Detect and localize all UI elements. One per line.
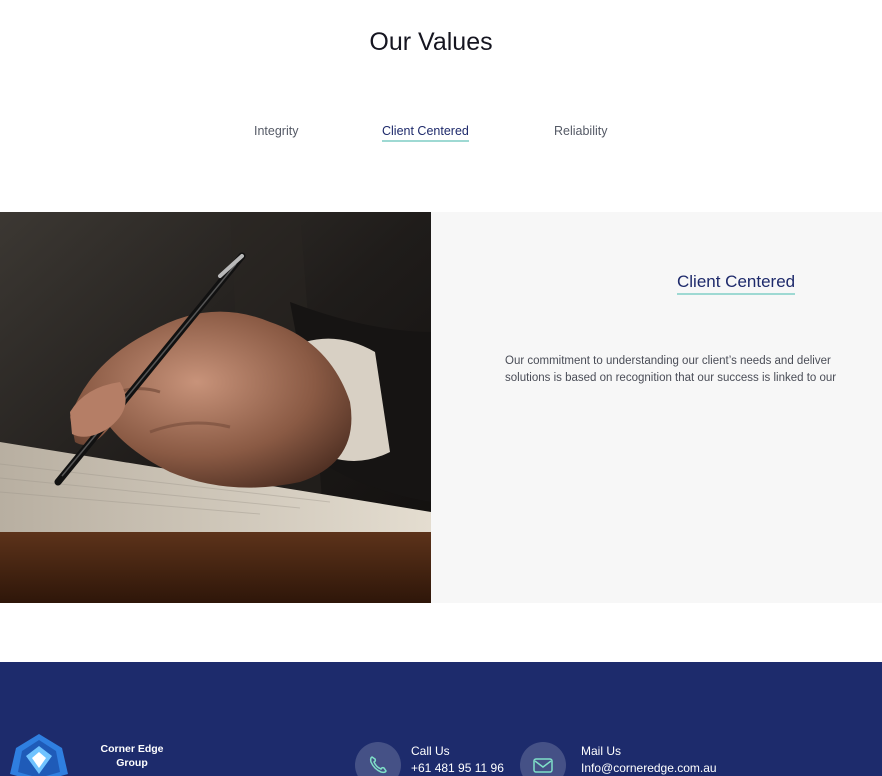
tab-integrity[interactable]: Integrity bbox=[254, 124, 298, 140]
corner-edge-logo[interactable] bbox=[8, 734, 70, 776]
mail-icon bbox=[533, 758, 553, 773]
panel-description-line-1: Our commitment to understanding our clie… bbox=[505, 355, 831, 367]
mail-label: Mail Us bbox=[581, 744, 622, 758]
brand-line-2: Group bbox=[116, 757, 148, 769]
footer: Corner Edge Group Call Us +61 481 95 11 … bbox=[0, 662, 882, 776]
tab-reliability[interactable]: Reliability bbox=[554, 124, 608, 140]
section-title: Our Values bbox=[369, 28, 493, 56]
panel-title: Client Centered bbox=[677, 272, 796, 295]
phone-icon bbox=[369, 756, 387, 774]
hand-writing-illustration bbox=[0, 212, 431, 603]
call-icon-circle[interactable] bbox=[355, 742, 401, 776]
brand-name: Corner Edge Group bbox=[92, 742, 172, 770]
tab-client-centered[interactable]: Client Centered bbox=[382, 124, 469, 142]
value-detail-panel: Client Centered Our commitment to unders… bbox=[431, 212, 882, 603]
call-label: Call Us bbox=[411, 744, 450, 758]
hand-writing-photo bbox=[0, 212, 431, 603]
mail-address[interactable]: Info@corneredge.com.au bbox=[581, 761, 717, 775]
call-number[interactable]: +61 481 95 11 96 bbox=[411, 761, 504, 775]
mail-icon-circle[interactable] bbox=[520, 742, 566, 776]
brand-line-1: Corner Edge bbox=[100, 743, 164, 755]
values-tabs: Integrity Client Centered Reliability bbox=[0, 124, 882, 148]
panel-description-line-2: solutions is based on recognition that o… bbox=[505, 372, 837, 384]
panel-description: Our commitment to understanding our clie… bbox=[505, 353, 882, 387]
